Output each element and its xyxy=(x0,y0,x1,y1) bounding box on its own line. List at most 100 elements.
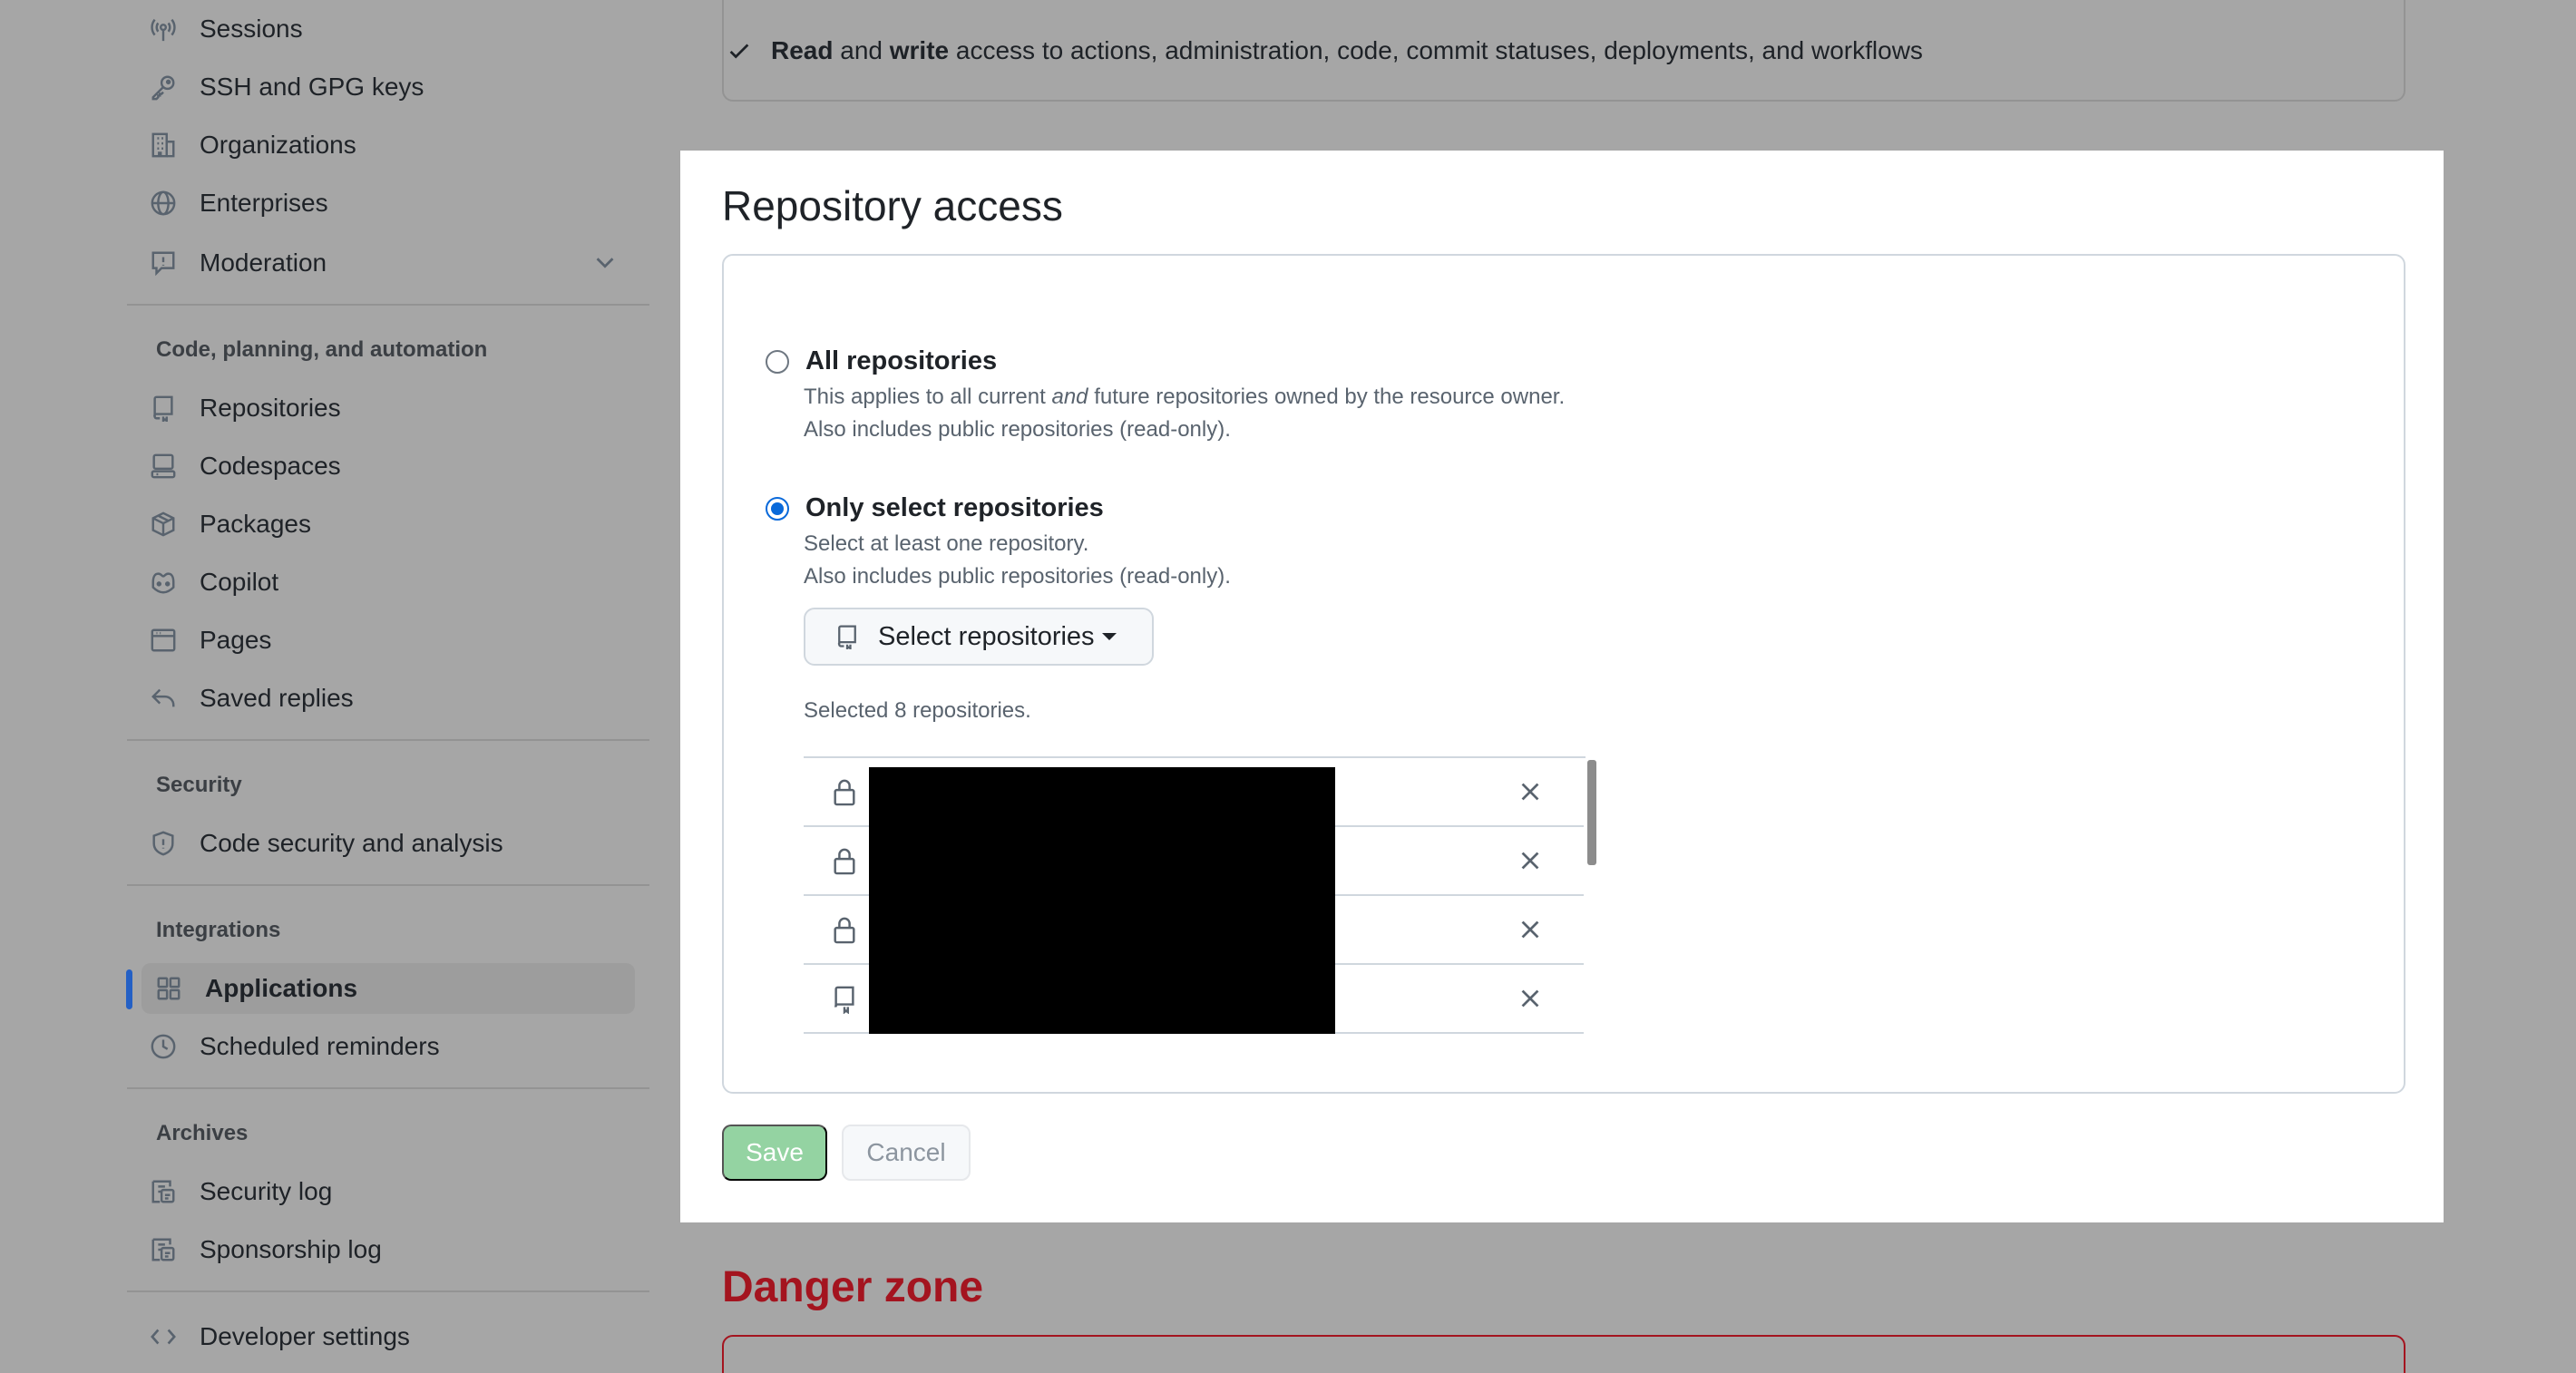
sidebar-item-codespaces[interactable]: Codespaces xyxy=(149,441,629,492)
section-heading-security: Security xyxy=(156,773,242,797)
sidebar-item-label: Code security and analysis xyxy=(200,829,503,857)
repo-icon xyxy=(149,394,178,423)
sidebar-item-code-security[interactable]: Code security and analysis xyxy=(149,818,629,869)
permission-text: access to actions, administration, code,… xyxy=(955,36,1923,64)
sidebar-item-label: Sponsorship log xyxy=(200,1235,382,1263)
cancel-button[interactable]: Cancel xyxy=(842,1125,971,1181)
log-icon xyxy=(149,1235,178,1264)
all-repositories-label[interactable]: All repositories xyxy=(805,346,997,376)
lock-icon xyxy=(834,917,855,944)
apps-icon xyxy=(154,974,183,1003)
sidebar-divider xyxy=(127,304,649,306)
shield-icon xyxy=(149,829,178,858)
broadcast-icon xyxy=(149,15,178,44)
desc-text: future repositories owned by the resourc… xyxy=(1094,385,1566,409)
section-heading-integrations: Integrations xyxy=(156,918,281,942)
sidebar-item-moderation[interactable]: Moderation xyxy=(149,238,629,288)
chevron-down-icon[interactable] xyxy=(591,248,619,276)
sidebar-item-label: Developer settings xyxy=(200,1322,410,1350)
danger-zone-box xyxy=(722,1335,2405,1373)
save-button[interactable]: Save xyxy=(722,1125,827,1181)
all-repositories-description: This applies to all current and future r… xyxy=(804,381,1565,446)
remove-repo-icon[interactable] xyxy=(1517,847,1544,874)
sidebar-item-security-log[interactable]: Security log xyxy=(149,1166,629,1217)
sidebar-item-label: Copilot xyxy=(200,568,279,596)
key-icon xyxy=(149,73,178,102)
sidebar-item-sponsorship-log[interactable]: Sponsorship log xyxy=(149,1224,629,1275)
danger-zone-title: Danger zone xyxy=(722,1263,984,1311)
permission-summary: Read and write access to actions, admini… xyxy=(726,33,1923,69)
only-select-radio[interactable] xyxy=(766,497,789,521)
sidebar-item-label: Codespaces xyxy=(200,452,341,480)
desc-text: This applies to all current xyxy=(804,385,1046,409)
sidebar-item-label: Scheduled reminders xyxy=(200,1032,440,1060)
sidebar-item-developer-settings[interactable]: Developer settings xyxy=(149,1311,629,1362)
sidebar-item-scheduled-reminders[interactable]: Scheduled reminders xyxy=(149,1021,629,1072)
sidebar-item-sessions[interactable]: Sessions xyxy=(149,4,629,54)
panel-title: Repository access xyxy=(722,182,1063,229)
sidebar-item-label: Saved replies xyxy=(200,684,354,712)
sidebar-item-enterprises[interactable]: Enterprises xyxy=(149,178,629,229)
repo-icon xyxy=(837,625,856,649)
reply-icon xyxy=(149,684,178,713)
sidebar-item-label: Pages xyxy=(200,626,272,654)
sidebar-item-label: SSH and GPG keys xyxy=(200,73,424,101)
sidebar-item-label: Security log xyxy=(200,1177,333,1205)
sidebar-item-organizations[interactable]: Organizations xyxy=(149,120,629,170)
report-icon xyxy=(149,248,178,278)
desc-emphasis: and xyxy=(1051,385,1088,409)
sidebar-item-label: Sessions xyxy=(200,15,303,43)
sidebar-item-applications[interactable]: Applications xyxy=(141,963,635,1014)
remove-repo-icon[interactable] xyxy=(1517,985,1544,1012)
selected-count: Selected 8 repositories. xyxy=(804,698,1031,723)
sidebar-item-saved-replies[interactable]: Saved replies xyxy=(149,673,629,724)
sidebar-item-ssh-gpg-keys[interactable]: SSH and GPG keys xyxy=(149,62,629,112)
check-icon xyxy=(729,44,749,59)
select-repositories-label: Select repositories xyxy=(878,621,1095,651)
sidebar-item-label: Enterprises xyxy=(200,189,328,217)
sidebar-divider xyxy=(127,739,649,741)
code-icon xyxy=(149,1322,178,1351)
only-select-label[interactable]: Only select repositories xyxy=(805,493,1104,523)
sidebar-divider xyxy=(127,884,649,886)
sidebar-item-label: Applications xyxy=(205,974,358,1002)
sidebar-item-pages[interactable]: Pages xyxy=(149,615,629,666)
desc-text: Also includes public repositories (read-… xyxy=(804,564,1231,589)
sidebar-item-label: Moderation xyxy=(200,248,327,277)
desc-text: Select at least one repository. xyxy=(804,531,1089,556)
sidebar-item-repositories[interactable]: Repositories xyxy=(149,383,629,433)
settings-sidebar: Sessions SSH and GPG keys Organizations … xyxy=(0,0,671,1373)
read-word: Read xyxy=(771,36,834,64)
sidebar-item-packages[interactable]: Packages xyxy=(149,499,629,550)
section-heading-code: Code, planning, and automation xyxy=(156,337,488,362)
caret-down-icon xyxy=(1101,633,1117,640)
and-word: and xyxy=(840,36,883,64)
codespaces-icon xyxy=(149,452,178,481)
only-select-description: Select at least one repository. Also inc… xyxy=(804,528,1231,593)
sidebar-item-label: Repositories xyxy=(200,394,341,422)
write-word: write xyxy=(889,36,950,64)
active-indicator xyxy=(126,969,132,1009)
sidebar-divider xyxy=(127,1290,649,1292)
log-icon xyxy=(149,1177,178,1206)
globe-icon xyxy=(149,189,178,218)
redacted-repo-names xyxy=(869,767,1335,1034)
sidebar-item-copilot[interactable]: Copilot xyxy=(149,557,629,608)
sidebar-item-label: Packages xyxy=(200,510,311,538)
sidebar-item-label: Organizations xyxy=(200,131,356,159)
remove-repo-icon[interactable] xyxy=(1517,778,1544,805)
lock-icon xyxy=(834,779,855,806)
remove-repo-icon[interactable] xyxy=(1517,916,1544,943)
sidebar-divider xyxy=(127,1087,649,1089)
package-icon xyxy=(149,510,178,539)
section-heading-archives: Archives xyxy=(156,1121,249,1145)
select-repositories-button[interactable]: Select repositories xyxy=(804,608,1154,666)
browser-icon xyxy=(149,626,178,655)
clock-icon xyxy=(149,1032,178,1061)
all-repositories-radio[interactable] xyxy=(766,350,789,374)
lock-icon xyxy=(834,848,855,875)
desc-text: Also includes public repositories (read-… xyxy=(804,417,1231,442)
copilot-icon xyxy=(149,568,178,597)
repo-icon xyxy=(834,986,854,1014)
repo-list-scrollbar[interactable] xyxy=(1587,760,1596,865)
